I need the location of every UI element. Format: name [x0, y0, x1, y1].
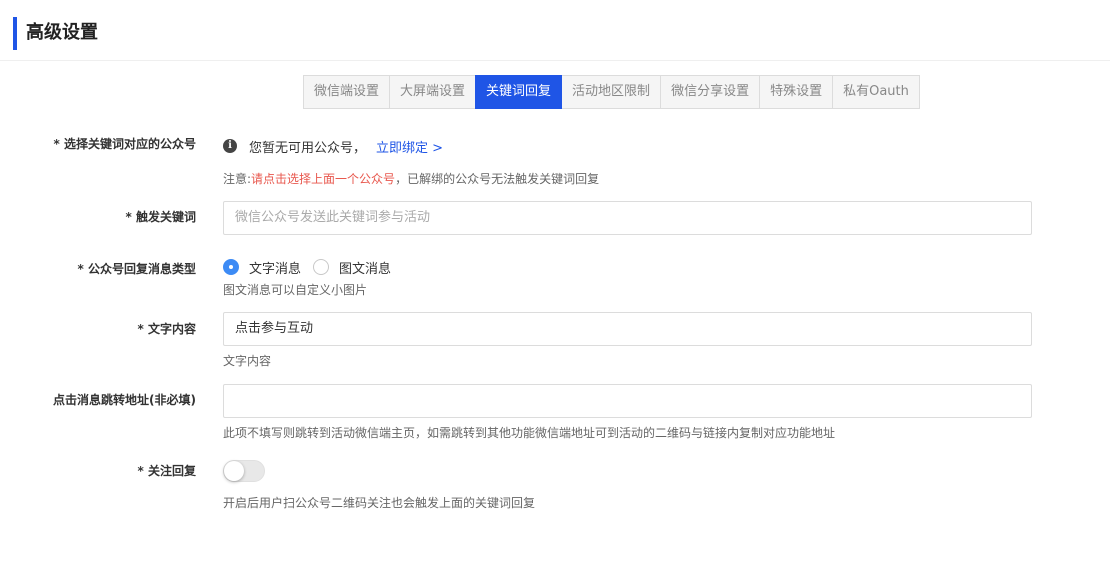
tab-wechat-share[interactable]: 微信分享设置: [660, 75, 761, 109]
note-suffix: ，已解绑的公众号无法触发关键词回复: [395, 172, 600, 186]
keyword-input[interactable]: 微信公众号发送此关键词参与活动: [223, 201, 1032, 235]
text-content-input[interactable]: 点击参与互动: [223, 312, 1032, 346]
jump-url-label: 点击消息跳转地址(非必填): [53, 393, 196, 407]
text-content-label: * 文字内容: [137, 322, 196, 336]
follow-reply-toggle[interactable]: [223, 460, 265, 482]
tab-big-screen-settings[interactable]: 大屏端设置: [389, 75, 477, 109]
reply-type-label: * 公众号回复消息类型: [77, 262, 196, 276]
note-prefix: 注意:: [223, 172, 252, 186]
jump-url-input[interactable]: [223, 384, 1032, 418]
follow-reply-label: * 关注回复: [137, 464, 196, 478]
keyword-label: * 触发关键词: [125, 210, 196, 224]
account-info-text: 您暂无可用公众号，: [249, 140, 367, 156]
bind-now-link[interactable]: 立即绑定 >: [376, 137, 443, 156]
reply-type-help: 图文消息可以自定义小图片: [223, 283, 368, 297]
tab-region-limit[interactable]: 活动地区限制: [561, 75, 662, 109]
text-content-help: 文字内容: [223, 354, 272, 368]
settings-tabs: 微信端设置 大屏端设置 关键词回复 活动地区限制 微信分享设置 特殊设置 私有O…: [303, 75, 920, 109]
title-accent-bar: [13, 17, 17, 50]
image-text-message-radio[interactable]: [313, 259, 330, 275]
note-warning: 请点击选择上面一个公众号: [251, 172, 396, 186]
tab-private-oauth[interactable]: 私有Oauth: [832, 75, 920, 109]
toggle-knob: [224, 461, 244, 481]
image-text-message-label[interactable]: 图文消息: [339, 258, 391, 277]
text-message-label[interactable]: 文字消息: [249, 258, 301, 277]
tab-special-settings[interactable]: 特殊设置: [759, 75, 834, 109]
tab-keyword-reply[interactable]: 关键词回复: [475, 75, 563, 109]
account-info: i 您暂无可用公众号， 立即绑定 >: [223, 137, 443, 156]
jump-url-help: 此项不填写则跳转到活动微信端主页，如需跳转到其他功能微信端地址可到活动的二维码与…: [223, 426, 836, 440]
follow-reply-help: 开启后用户扫公众号二维码关注也会触发上面的关键词回复: [223, 496, 536, 510]
page-header: 高级设置: [0, 0, 1110, 61]
account-label: * 选择关键词对应的公众号: [53, 137, 196, 151]
tab-wechat-settings[interactable]: 微信端设置: [303, 75, 391, 109]
text-message-radio[interactable]: [223, 259, 239, 275]
account-note: 注意:请点击选择上面一个公众号，已解绑的公众号无法触发关键词回复: [223, 170, 599, 187]
info-icon: i: [223, 139, 237, 153]
page-title: 高级设置: [26, 22, 98, 43]
reply-type-radio-group: 文字消息 图文消息: [223, 258, 403, 277]
